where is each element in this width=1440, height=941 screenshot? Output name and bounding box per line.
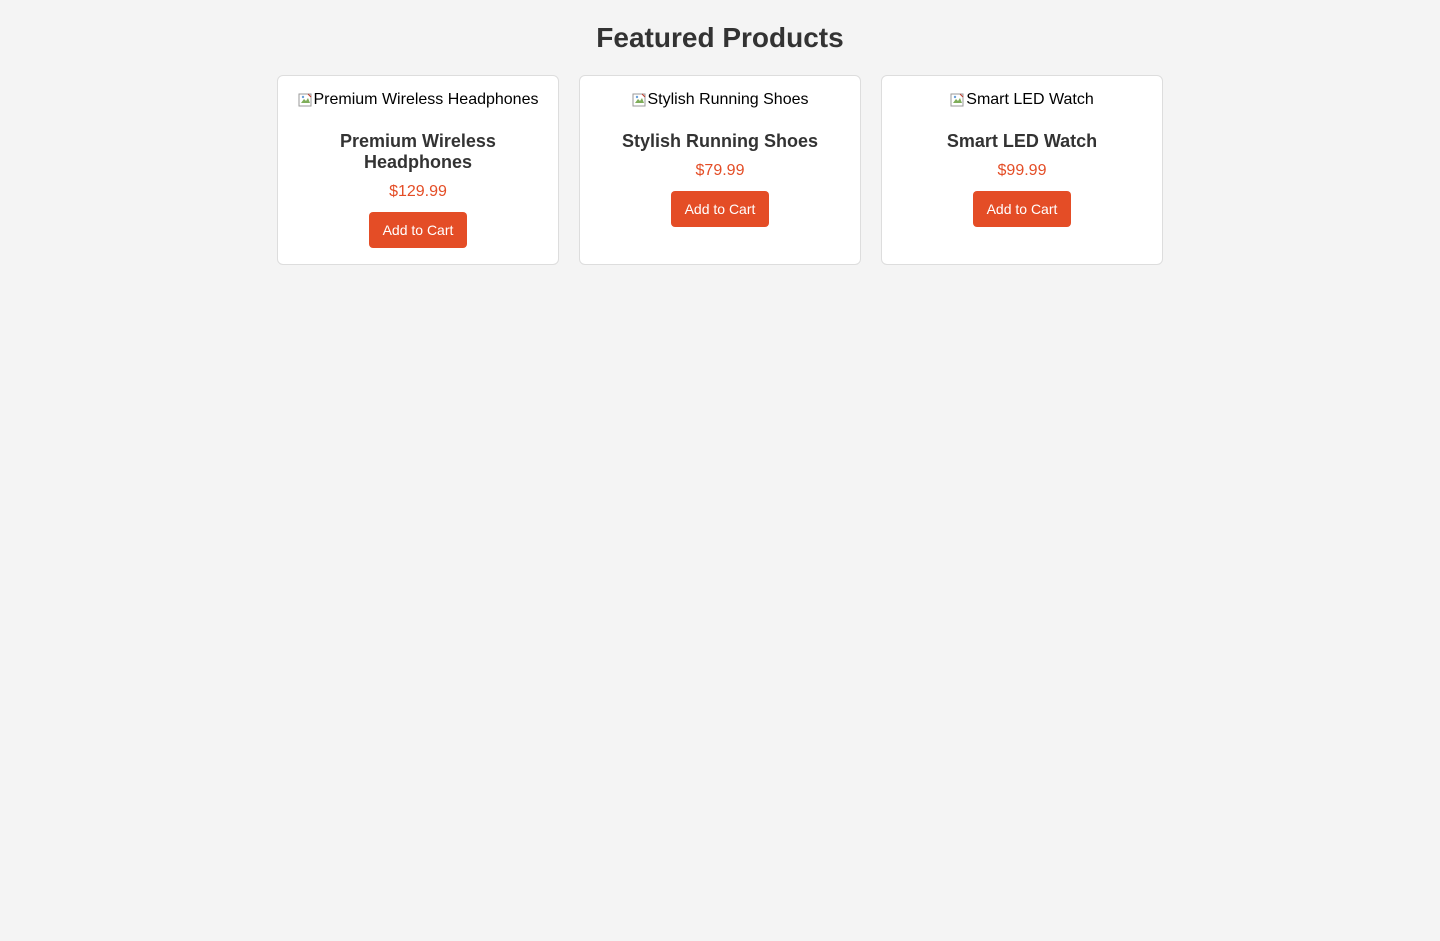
broken-image-icon xyxy=(950,92,966,108)
product-price: $129.99 xyxy=(389,183,447,200)
product-card: Stylish Running Shoes Stylish Running Sh… xyxy=(579,75,861,265)
broken-image-icon xyxy=(298,92,314,108)
add-to-cart-button[interactable]: Add to Cart xyxy=(368,212,468,248)
add-to-cart-button[interactable]: Add to Cart xyxy=(972,191,1072,227)
product-name: Stylish Running Shoes xyxy=(621,131,818,151)
add-to-cart-button[interactable]: Add to Cart xyxy=(670,191,770,227)
product-card: Premium Wireless Headphones Premium Wire… xyxy=(277,75,559,265)
product-image: Premium Wireless Headphones xyxy=(298,90,539,110)
product-image-alt: Stylish Running Shoes xyxy=(647,91,809,108)
product-image-alt: Premium Wireless Headphones xyxy=(313,91,539,108)
product-image: Stylish Running Shoes xyxy=(632,90,809,110)
product-image-alt: Smart LED Watch xyxy=(966,91,1094,108)
page-title: Featured Products xyxy=(596,22,844,53)
product-name: Premium Wireless Headphones xyxy=(340,131,496,172)
product-price: $99.99 xyxy=(997,162,1047,179)
product-image: Smart LED Watch xyxy=(950,90,1094,110)
product-grid: Premium Wireless Headphones Premium Wire… xyxy=(0,75,1440,265)
product-card: Smart LED Watch Smart LED Watch $99.99 A… xyxy=(881,75,1163,265)
product-name: Smart LED Watch xyxy=(946,131,1098,151)
product-price: $79.99 xyxy=(695,162,745,179)
broken-image-icon xyxy=(632,92,648,108)
page: Featured Products Premium Wireless Headp… xyxy=(0,0,1440,941)
